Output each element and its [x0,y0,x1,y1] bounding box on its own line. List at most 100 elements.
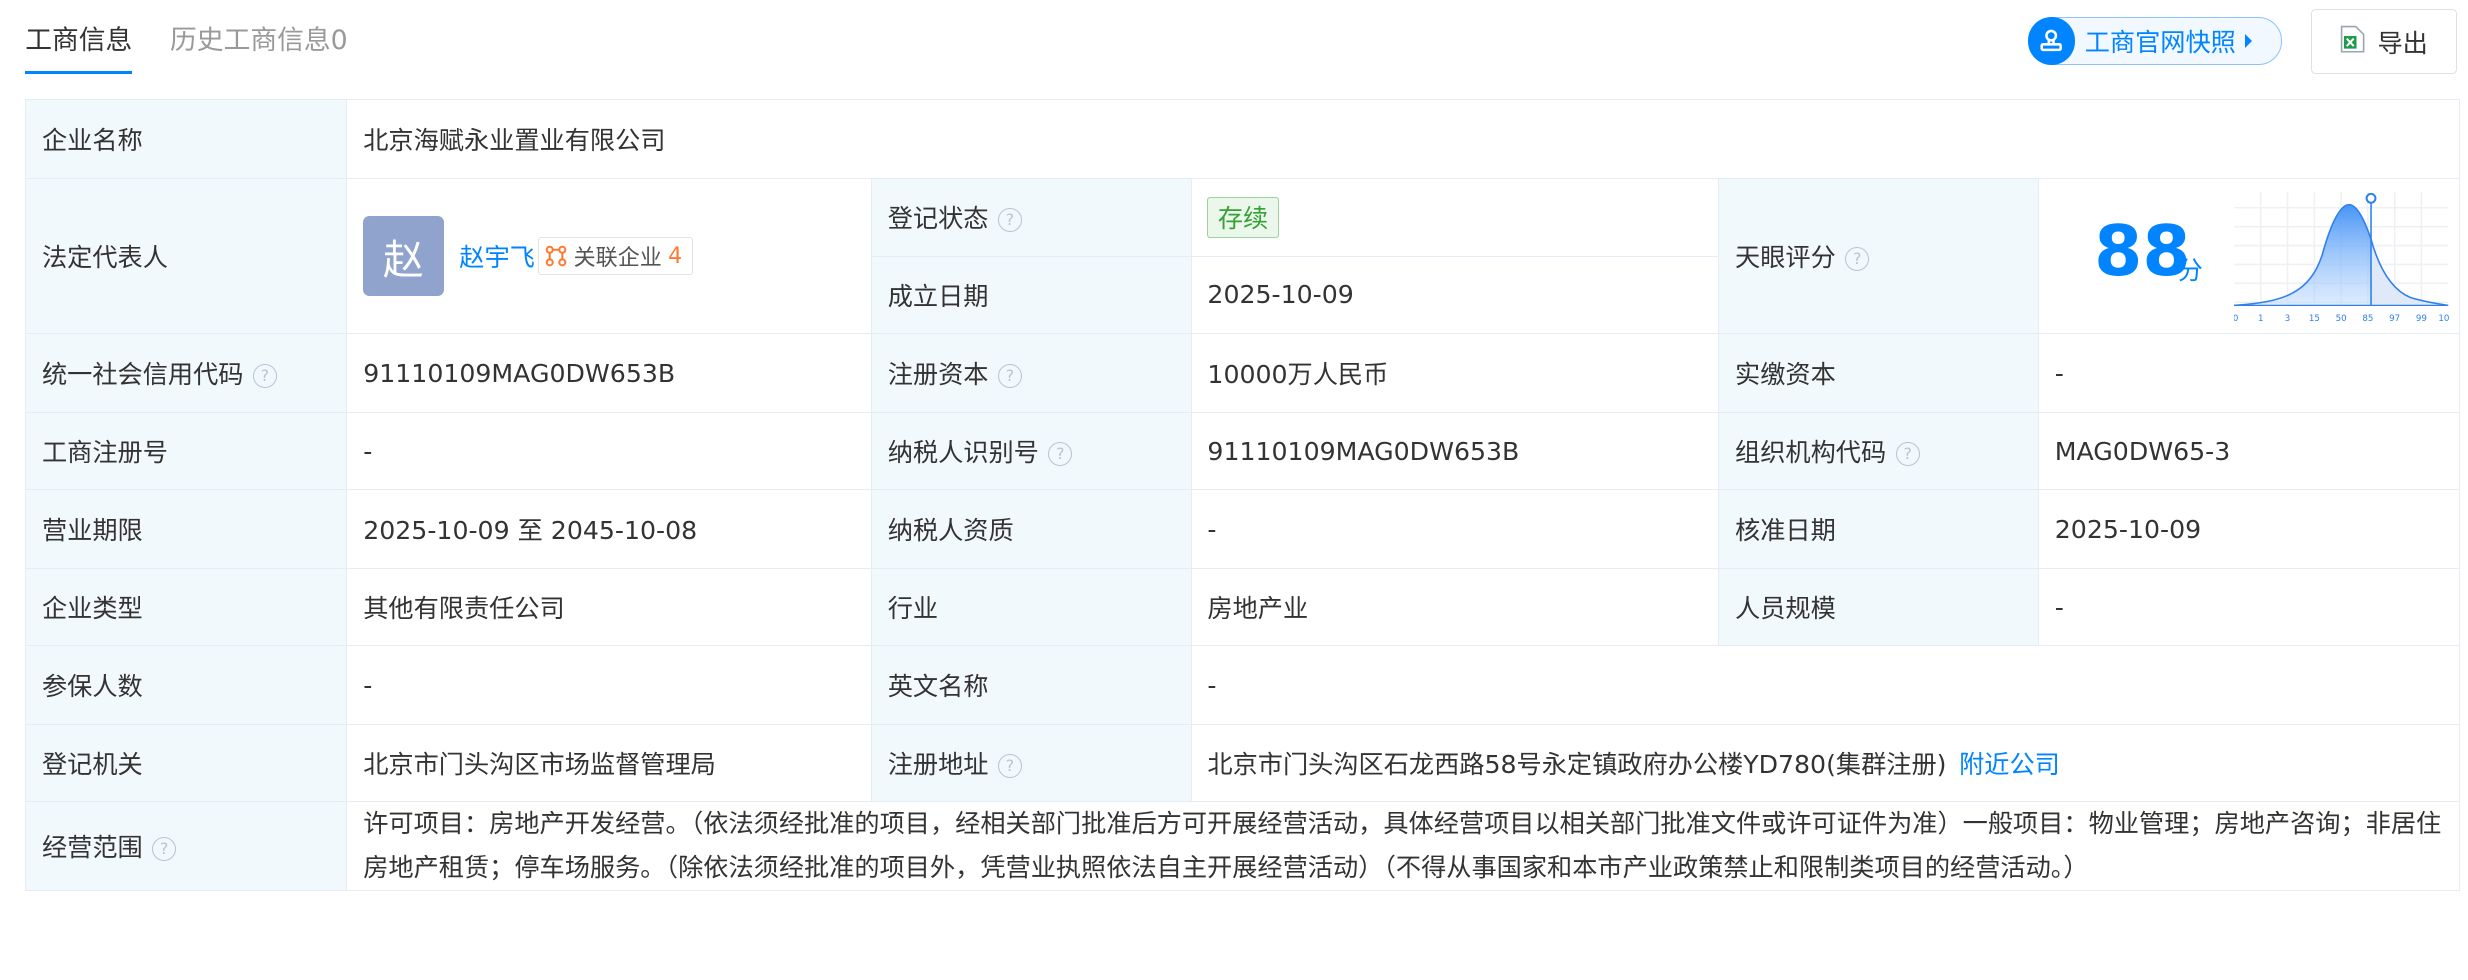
field-label: 英文名称 [870,645,1192,725]
field-label: 企业类型 [25,567,348,647]
field-label: 行业 [870,567,1192,647]
biz-reg-no-value: - [346,412,872,491]
export-button[interactable]: 导出 [2310,9,2457,74]
field-label: 法定代表人 [25,177,348,335]
table-row: 登记机关 北京市门头沟区市场监督管理局 注册地址? 北京市门头沟区石龙西路58号… [25,723,2460,803]
table-row: 企业类型 其他有限责任公司 行业 房地产业 人员规模 - [25,567,2460,647]
scope-value: 许可项目：房地产开发经营。（依法须经批准的项目，经相关部门批准后方可开展经营活动… [346,801,2460,892]
tab-history-business-info[interactable]: 历史工商信息0 [170,0,348,76]
tick-label: 85 [2363,314,2374,324]
authority-value: 北京市门头沟区市场监督管理局 [346,723,872,803]
uscc-label: 统一社会信用代码 [41,360,244,390]
field-label: 企业名称 [25,99,348,179]
tick-label: 15 [2309,314,2320,324]
reg-capital-label: 注册资本 [887,360,989,390]
tick-label: 99 [2416,314,2427,324]
tick-label: 1 [2258,314,2264,324]
uscc-value: 91110109MAG0DW653B [346,333,872,414]
related-network-icon [546,245,567,267]
tick-label: 100 [2439,314,2449,324]
help-icon[interactable]: ? [152,837,177,862]
reg-status-label: 登记状态 [887,204,989,234]
field-label: 经营范围? [25,801,348,892]
term-value: 2025-10-09 至 2045-10-08 [346,489,872,569]
business-info-table: 企业名称 北京海赋永业置业有限公司 法定代表人 赵赵宇飞 关联企业 4 登记状态? … [25,99,2460,892]
field-label: 统一社会信用代码? [25,333,348,414]
field-label: 天眼评分? [1718,177,2040,335]
table-row: 工商注册号 - 纳税人识别号? 91110109MAG0DW653B 组织机构代… [25,412,2460,491]
help-icon[interactable]: ? [997,753,1022,778]
scope-label: 经营范围 [41,833,143,863]
field-label: 营业期限 [25,489,348,569]
approval-date-value: 2025-10-09 [2038,489,2460,569]
export-label: 导出 [2377,28,2428,58]
score-cell: 88 分 1 3 15 50 85 97 99 1 [2038,177,2460,335]
help-icon[interactable]: ? [252,364,277,389]
curve-area-right [2371,238,2449,305]
related-label: 关联企业 [573,246,662,272]
field-label: 成立日期 [870,255,1192,335]
help-icon[interactable]: ? [997,208,1022,233]
table-row: 法定代表人 赵赵宇飞 关联企业 4 登记状态? 存续 天眼评分? 88 分 1 … [25,177,2460,335]
help-icon[interactable]: ? [1895,442,1920,467]
field-label: 人员规模 [1718,567,2040,647]
score-marker-dot [2365,192,2377,204]
paid-capital-value: - [2038,333,2460,414]
field-label: 纳税人资质 [870,489,1192,569]
type-value: 其他有限责任公司 [346,567,872,647]
field-label: 注册地址? [870,723,1192,803]
curve-area-left [2234,204,2372,305]
score-distribution-chart: 0 1 3 15 50 85 97 99 100 [2234,191,2449,324]
address-cell: 北京市门头沟区石龙西路58号永定镇政府办公楼YD780(集群注册) 附近公司 [1190,723,2460,803]
field-label: 登记状态? [870,177,1192,257]
company-name: 北京海赋永业置业有限公司 [346,99,2460,179]
reg-status-cell: 存续 [1190,177,1720,257]
field-label: 登记机关 [25,723,348,803]
tick-label: 50 [2336,314,2347,324]
snapshot-label: 工商官网快照 [2084,27,2236,57]
table-row: 经营范围? 许可项目：房地产开发经营。（依法须经批准的项目，经相关部门批准后方可… [25,801,2460,892]
org-code-value: MAG0DW65-3 [2038,412,2460,491]
taxpayer-id-value: 91110109MAG0DW653B [1190,412,1720,491]
avatar[interactable]: 赵 [363,215,444,297]
tick-label: 97 [2389,314,2400,324]
related-count: 4 [668,243,683,269]
caret-right-icon [2245,33,2254,48]
score-label: 天眼评分 [1735,243,1836,273]
nearby-companies-link[interactable]: 附近公司 [1959,750,2060,779]
field-label: 组织机构代码? [1718,412,2040,491]
address-label: 注册地址 [887,749,989,779]
legal-rep-cell: 赵赵宇飞 关联企业 4 [346,177,872,335]
excel-icon [2340,25,2365,59]
field-label: 注册资本? [870,333,1192,414]
tab-business-info[interactable]: 工商信息 [25,0,132,76]
official-snapshot-button[interactable]: 工商官网快照 [2028,17,2283,65]
stamp-icon [2028,17,2076,65]
taxpayer-qual-value: - [1190,489,1720,569]
table-row: 参保人数 - 英文名称 - [25,645,2460,725]
score-widget[interactable]: 88 分 1 3 15 50 85 97 99 1 [2055,179,2459,333]
found-date: 2025-10-09 [1190,255,1720,335]
table-row: 营业期限 2025-10-09 至 2045-10-08 纳税人资质 - 核准日… [25,489,2460,569]
industry-value: 房地产业 [1190,567,1720,647]
tick-label: 3 [2285,314,2291,324]
address-value: 北京市门头沟区石龙西路58号永定镇政府办公楼YD780(集群注册) [1207,749,1947,779]
field-label: 实缴资本 [1718,333,2040,414]
table-row: 企业名称 北京海赋永业置业有限公司 [25,99,2460,179]
table-row: 统一社会信用代码? 91110109MAG0DW653B 注册资本? 10000… [25,333,2460,414]
help-icon[interactable]: ? [1048,442,1073,467]
field-label: 参保人数 [25,645,348,725]
help-icon[interactable]: ? [1845,247,1870,272]
related-companies-tag[interactable]: 关联企业 4 [538,237,693,276]
field-label: 核准日期 [1718,489,2040,569]
status-badge: 存续 [1207,196,1279,238]
score-unit: 分 [2177,256,2203,286]
staff-size-value: - [2038,567,2460,647]
taxpayer-id-label: 纳税人识别号 [887,438,1039,468]
reg-capital-value: 10000万人民币 [1190,333,1720,414]
org-code-label: 组织机构代码 [1735,438,1887,468]
field-label: 纳税人识别号? [870,412,1192,491]
insured-value: - [346,645,872,725]
help-icon[interactable]: ? [997,364,1022,389]
legal-rep-name-link[interactable]: 赵宇飞 [459,243,535,272]
